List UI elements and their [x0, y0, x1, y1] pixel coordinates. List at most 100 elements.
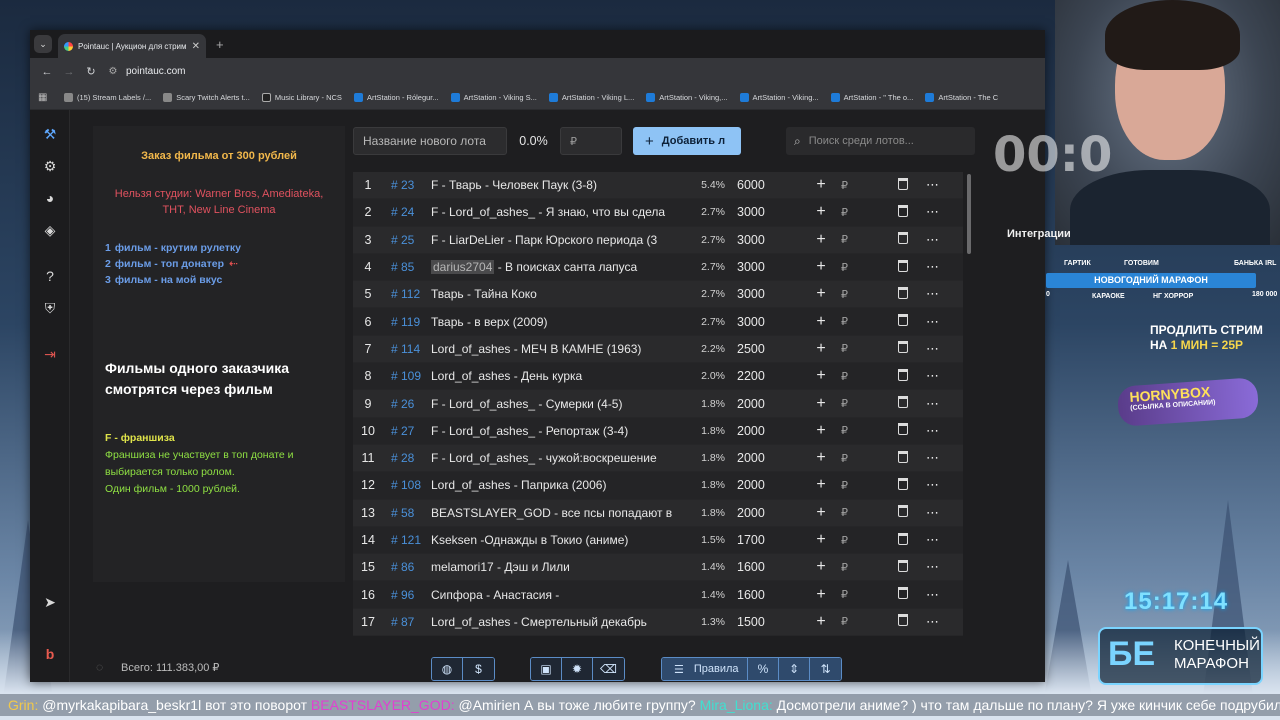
lot-id-link[interactable]: # 24 — [383, 205, 431, 219]
add-amount-icon[interactable]: + — [801, 285, 841, 303]
bookmark-item[interactable]: Music Library - NCS — [261, 92, 342, 102]
lot-name[interactable]: Сипфора - Анастасия - — [431, 588, 677, 602]
bookmark-item[interactable]: (15) Stream Labels /... — [64, 92, 151, 102]
lot-id-link[interactable]: # 26 — [383, 397, 431, 411]
amount-input[interactable]: ₽ — [841, 506, 861, 519]
eye-off-icon[interactable]: ◌ — [96, 660, 103, 674]
delete-lot-button[interactable] — [883, 477, 923, 493]
add-lot-button[interactable]: + Добавить л — [633, 127, 741, 155]
more-icon[interactable]: ⋯ — [923, 587, 943, 603]
new-tab-icon[interactable]: + — [216, 37, 224, 52]
back-icon[interactable]: ← — [36, 66, 58, 78]
lot-id-link[interactable]: # 58 — [383, 506, 431, 520]
pie-chart-icon[interactable]: ◕ — [40, 188, 60, 208]
delete-lot-button[interactable] — [883, 232, 923, 247]
amount-input[interactable]: ₽ — [841, 206, 861, 219]
lot-id-link[interactable]: # 109 — [383, 369, 431, 383]
delete-lot-button[interactable] — [883, 286, 923, 302]
delete-lot-button[interactable] — [883, 177, 923, 193]
add-amount-icon[interactable]: + — [801, 367, 841, 385]
help-icon[interactable]: ? — [40, 266, 60, 286]
bug-icon[interactable]: ✹ — [562, 658, 593, 680]
add-amount-icon[interactable]: + — [801, 176, 841, 194]
lot-name[interactable]: F - Lord_of_ashes_ - чужой:воскрешение — [431, 451, 677, 465]
add-amount-icon[interactable]: + — [801, 613, 841, 631]
lot-id-link[interactable]: # 28 — [383, 451, 431, 465]
amount-input[interactable]: ₽ — [841, 315, 861, 328]
amount-input[interactable]: ₽ — [841, 452, 861, 465]
delete-lot-button[interactable] — [883, 450, 923, 466]
lot-id-link[interactable]: # 114 — [383, 342, 431, 356]
bookmark-item[interactable]: ArtStation - " The o... — [830, 92, 913, 102]
lot-id-link[interactable]: # 121 — [383, 533, 431, 547]
lots-scrollbar[interactable] — [967, 174, 971, 254]
more-icon[interactable]: ⋯ — [923, 614, 943, 630]
github-icon[interactable]: ◍ — [432, 658, 463, 680]
more-icon[interactable]: ⋯ — [923, 286, 943, 302]
lot-name[interactable]: BEASTSLAYER_GOD - все псы попадают в — [431, 506, 677, 520]
amount-input[interactable]: ₽ — [841, 588, 861, 601]
donate-dollar-icon[interactable]: $ — [463, 658, 494, 680]
amount-input[interactable]: ₽ — [841, 342, 861, 355]
more-icon[interactable]: ⋯ — [923, 396, 943, 412]
bookmark-item[interactable]: ArtStation - The C — [925, 92, 998, 102]
more-icon[interactable]: ⋯ — [923, 368, 943, 384]
more-icon[interactable]: ⋯ — [923, 259, 943, 275]
delete-lot-button[interactable] — [883, 204, 923, 220]
add-amount-icon[interactable]: + — [801, 258, 841, 276]
reload-icon[interactable]: ↻ — [80, 65, 102, 78]
more-icon[interactable]: ⋯ — [923, 177, 943, 193]
bookmark-item[interactable]: ArtStation - Viking... — [739, 92, 819, 102]
lot-id-link[interactable]: # 25 — [383, 233, 431, 247]
lot-name[interactable]: Lord_of_ashes - Смертельный декабрь — [431, 615, 677, 629]
lot-search-input[interactable]: ⌕ Поиск среди лотов... — [786, 127, 975, 155]
lot-name[interactable]: darius2704 - В поисках санта лапуса — [431, 260, 677, 275]
more-icon[interactable]: ⋯ — [923, 341, 943, 357]
lot-id-link[interactable]: # 23 — [383, 178, 431, 192]
lot-name[interactable]: Kseksen -Однажды в Токио (аниме) — [431, 533, 677, 547]
add-amount-icon[interactable]: + — [801, 586, 841, 604]
forward-icon[interactable]: → — [58, 66, 80, 78]
lot-id-link[interactable]: # 119 — [383, 315, 431, 329]
boosty-icon[interactable]: b — [40, 644, 60, 664]
telegram-icon[interactable]: ➤ — [40, 592, 60, 612]
tab-pointauc[interactable]: Pointauc | Аукцион для стрим ✕ — [58, 34, 206, 58]
apps-grid-icon[interactable]: ▦ — [38, 92, 54, 103]
sort-icon[interactable]: ⇅ — [810, 658, 841, 680]
shield-icon[interactable]: ⛨ — [40, 298, 60, 318]
amount-input[interactable]: ₽ — [841, 261, 861, 274]
url-field[interactable]: pointauc.com — [126, 66, 185, 77]
amount-input[interactable]: ₽ — [841, 561, 861, 574]
percent-toggle-icon[interactable]: % — [748, 658, 779, 680]
delete-lot-button[interactable] — [883, 314, 923, 329]
delete-lot-button[interactable] — [883, 259, 923, 275]
logout-icon[interactable]: ⇥ — [40, 344, 60, 364]
lot-id-link[interactable]: # 112 — [383, 287, 431, 301]
delete-lot-button[interactable] — [883, 532, 923, 548]
rules-button[interactable]: ☰ Правила — [662, 658, 748, 680]
compress-icon[interactable]: ⇕ — [779, 658, 810, 680]
bookmark-item[interactable]: ArtStation - Rólegur... — [353, 92, 439, 102]
bookmark-item[interactable]: ArtStation - Viking L... — [548, 92, 634, 102]
lot-name[interactable]: Тварь - в верх (2009) — [431, 315, 677, 329]
add-amount-icon[interactable]: + — [801, 449, 841, 467]
bookmark-item[interactable]: ArtStation - Viking S... — [450, 92, 537, 102]
more-icon[interactable]: ⋯ — [923, 450, 943, 466]
delete-lot-button[interactable] — [883, 368, 923, 384]
add-amount-icon[interactable]: + — [801, 231, 841, 249]
amount-input[interactable]: ₽ — [841, 479, 861, 492]
clear-icon[interactable]: ⌫ — [593, 658, 624, 680]
add-amount-icon[interactable]: + — [801, 313, 841, 331]
delete-lot-button[interactable] — [883, 341, 923, 356]
amount-input[interactable]: ₽ — [841, 233, 861, 246]
more-icon[interactable]: ⋯ — [923, 505, 943, 521]
add-amount-icon[interactable]: + — [801, 504, 841, 522]
close-icon[interactable]: ✕ — [192, 41, 200, 52]
more-icon[interactable]: ⋯ — [923, 232, 943, 248]
more-icon[interactable]: ⋯ — [923, 532, 943, 548]
bookmark-item[interactable]: ArtStation - Viking,... — [646, 92, 728, 102]
delete-lot-button[interactable] — [883, 559, 923, 575]
add-amount-icon[interactable]: + — [801, 558, 841, 576]
more-icon[interactable]: ⋯ — [923, 314, 943, 330]
lot-name[interactable]: Lord_of_ashes - Паприка (2006) — [431, 478, 677, 492]
